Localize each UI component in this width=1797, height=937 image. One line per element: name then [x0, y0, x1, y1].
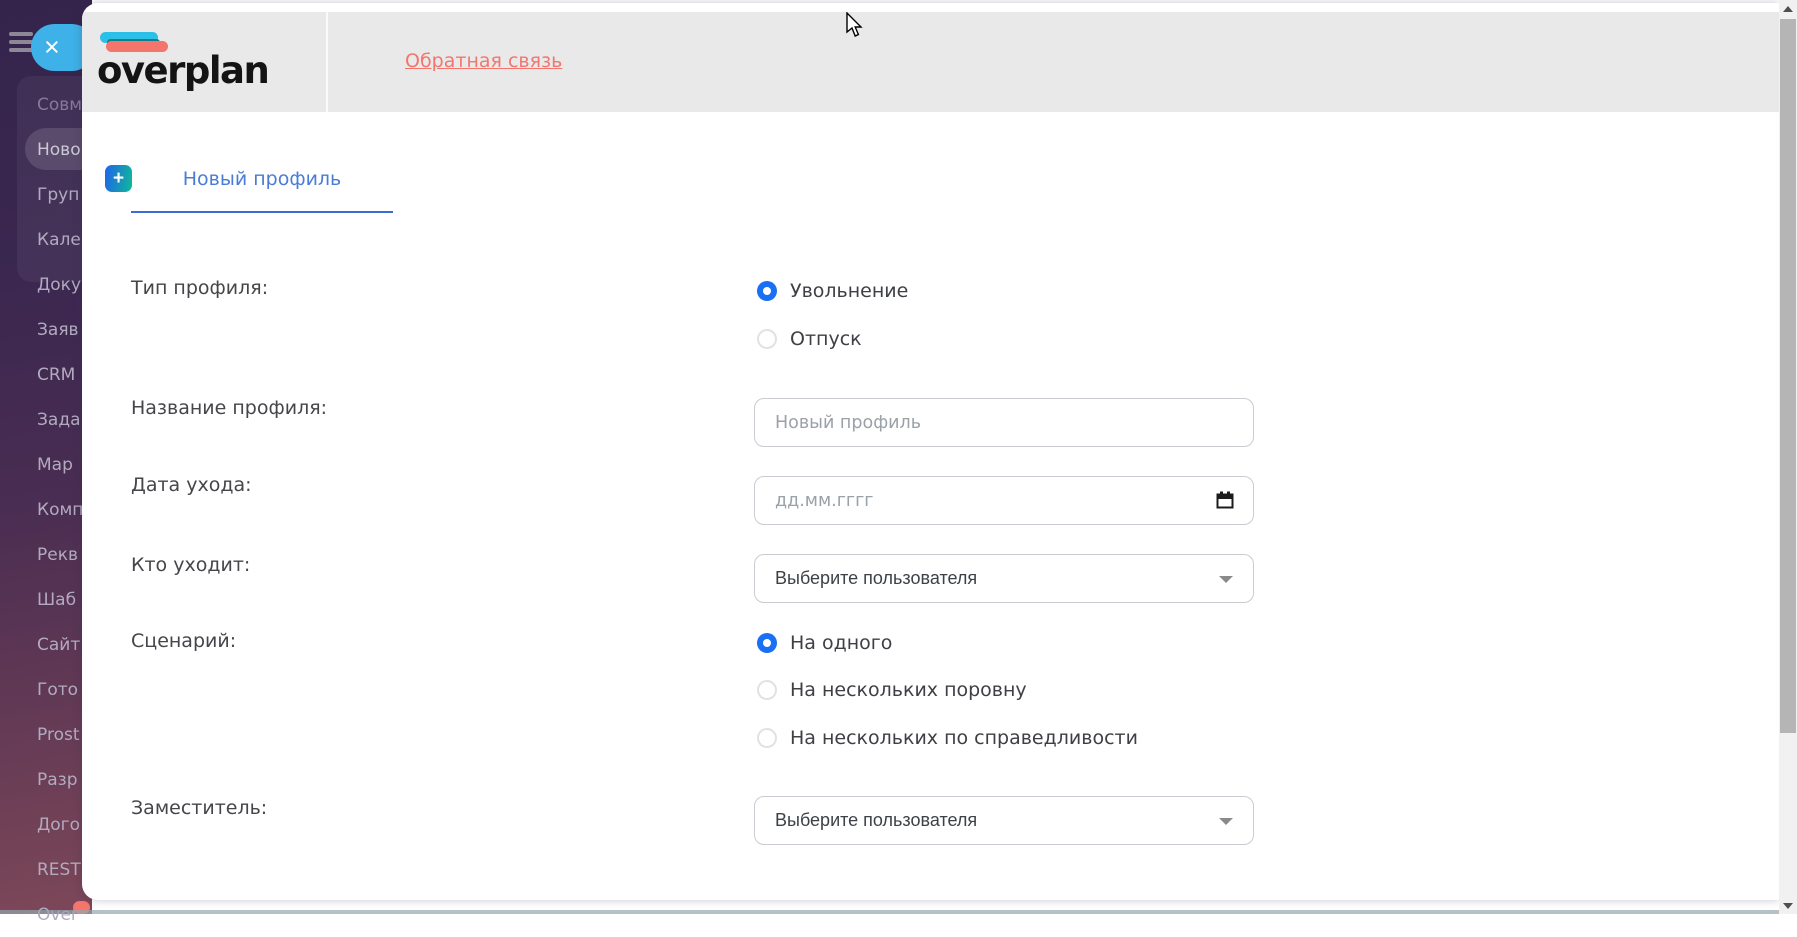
profile-tabbar: + Новый профиль: [105, 165, 465, 225]
radio-selected-icon[interactable]: [757, 281, 777, 301]
chevron-down-icon: [1219, 576, 1233, 583]
radio-option-single[interactable]: На одного: [757, 632, 892, 654]
radio-label: На одного: [790, 632, 892, 654]
radio-selected-icon[interactable]: [757, 633, 777, 653]
logo-text: overplan: [97, 52, 268, 89]
profile-type-label: Тип профиля:: [131, 277, 268, 299]
plus-icon: +: [113, 169, 124, 188]
radio-option-fair-split[interactable]: На нескольких по справедливости: [757, 727, 1138, 749]
close-icon: ×: [44, 34, 60, 61]
scroll-down-button[interactable]: [1779, 897, 1797, 914]
panel-header: overplan Обратная связь: [82, 12, 1779, 112]
who-leaves-select[interactable]: Выберите пользователя: [754, 554, 1254, 603]
radio-unselected-icon[interactable]: [757, 728, 777, 748]
who-leaves-label: Кто уходит:: [131, 554, 250, 576]
radio-option-dismissal[interactable]: Увольнение: [757, 280, 908, 302]
add-profile-button[interactable]: +: [105, 165, 132, 192]
select-value: Выберите пользователя: [775, 568, 977, 589]
triangle-down-icon: [1783, 903, 1793, 909]
radio-label: На нескольких по справедливости: [790, 727, 1138, 749]
deputy-label: Заместитель:: [131, 797, 267, 819]
overplan-logo: overplan: [97, 30, 297, 110]
deputy-select[interactable]: Выберите пользователя: [754, 796, 1254, 845]
scenario-label: Сценарий:: [131, 630, 236, 652]
radio-label: Отпуск: [790, 328, 862, 350]
sidebar: Совм Ново Груп Кале Доку Заяв CRM Зада М…: [0, 0, 92, 914]
tab-active-underline: [131, 211, 393, 213]
calendar-icon[interactable]: [1216, 491, 1234, 513]
radio-label: На нескольких поровну: [790, 679, 1027, 701]
scroll-up-button[interactable]: [1779, 0, 1797, 17]
scrollbar-thumb[interactable]: [1780, 19, 1796, 733]
header-divider: [326, 12, 328, 112]
select-value: Выберите пользователя: [775, 810, 977, 831]
window-bottom-edge: [0, 910, 1779, 914]
radio-unselected-icon[interactable]: [757, 680, 777, 700]
profile-name-label: Название профиля:: [131, 397, 327, 419]
radio-option-equal-split[interactable]: На нескольких поровну: [757, 679, 1027, 701]
radio-unselected-icon[interactable]: [757, 329, 777, 349]
radio-label: Увольнение: [790, 280, 908, 302]
leave-date-label: Дата ухода:: [131, 474, 252, 496]
triangle-up-icon: [1783, 6, 1793, 12]
profile-name-input[interactable]: [754, 398, 1254, 447]
chevron-down-icon: [1219, 818, 1233, 825]
new-profile-panel: overplan Обратная связь + Новый профиль …: [82, 3, 1779, 900]
radio-option-vacation[interactable]: Отпуск: [757, 328, 862, 350]
feedback-link[interactable]: Обратная связь: [405, 50, 562, 72]
leave-date-input[interactable]: [754, 476, 1254, 525]
vertical-scrollbar[interactable]: [1779, 0, 1797, 914]
tab-new-profile[interactable]: Новый профиль: [131, 168, 393, 190]
